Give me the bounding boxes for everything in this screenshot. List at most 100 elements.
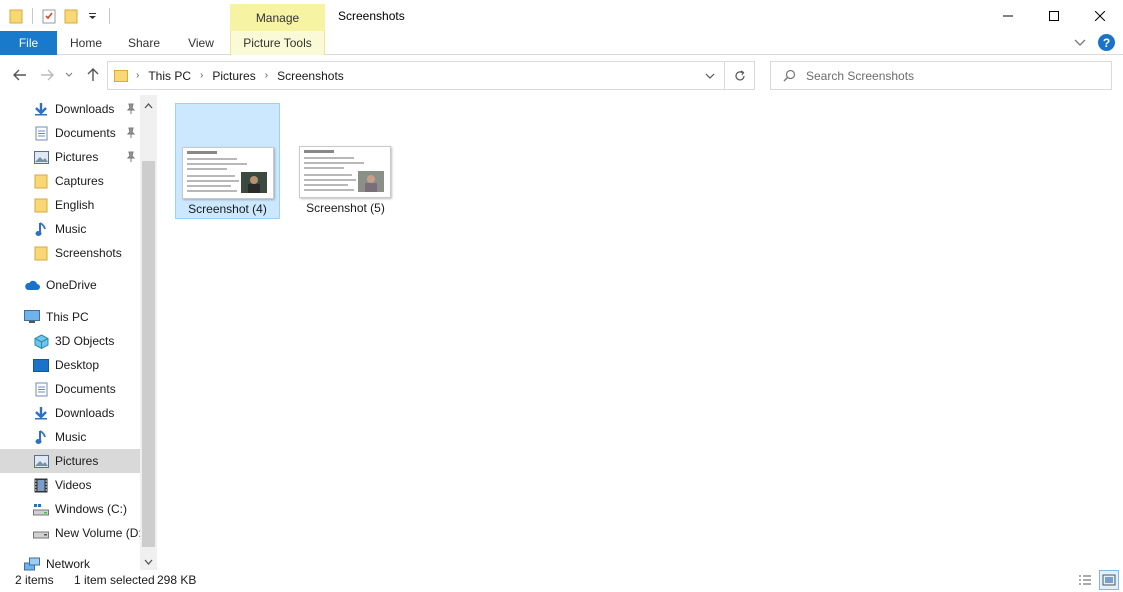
sidebar-item-english[interactable]: English [0, 193, 140, 217]
refresh-icon [734, 69, 745, 80]
chevron-down-icon [65, 72, 73, 77]
title-bar: Manage Screenshots [0, 0, 1123, 31]
sidebar-item-captures[interactable]: Captures [0, 169, 140, 193]
maximize-icon [1049, 10, 1059, 21]
sidebar-item-3d-objects[interactable]: 3D Objects [0, 329, 140, 353]
details-view-button[interactable] [1075, 570, 1095, 590]
sidebar-item-label: OneDrive [46, 278, 97, 292]
scrollbar-thumb[interactable] [142, 161, 155, 547]
navigation-row: › This PC › Pictures › Screenshots Searc… [0, 55, 1123, 95]
sidebar-item-label: Documents [55, 382, 116, 396]
new-folder-icon[interactable] [63, 7, 79, 25]
forward-arrow-icon [41, 69, 54, 81]
folder-icon [114, 69, 128, 82]
customize-toolbar-icon[interactable] [85, 7, 101, 25]
file-item[interactable]: Screenshot (4) [175, 103, 280, 219]
chevron-down-icon [705, 73, 715, 79]
search-box[interactable]: Search Screenshots [770, 61, 1112, 90]
music-note-icon [33, 429, 49, 445]
sidebar-item-label: Screenshots [55, 246, 122, 260]
sidebar-item-documents-pc[interactable]: Documents [0, 377, 140, 401]
sidebar-item-documents[interactable]: Documents [0, 121, 140, 145]
expand-ribbon-icon[interactable] [1074, 36, 1086, 50]
breadcrumb-separator-icon[interactable]: › [200, 70, 203, 81]
large-icons-view-icon [1102, 574, 1116, 586]
file-item[interactable]: Screenshot (5) [293, 103, 398, 219]
tab-share[interactable]: Share [115, 31, 173, 55]
sidebar-item-onedrive[interactable]: OneDrive [0, 273, 140, 297]
recent-locations-button[interactable] [63, 67, 75, 83]
document-icon [33, 125, 49, 141]
back-button[interactable] [11, 67, 29, 83]
sidebar-item-windows-c[interactable]: Windows (C:) [0, 497, 140, 521]
manage-context-tab[interactable]: Manage [230, 4, 325, 31]
sidebar-item-label: Windows (C:) [55, 502, 128, 516]
sidebar-item-label: Documents [55, 126, 116, 140]
address-bar[interactable]: › This PC › Pictures › Screenshots [107, 61, 755, 90]
navigation-pane: Downloads Documents Pictures Captures En… [0, 95, 157, 571]
help-icon[interactable]: ? [1098, 34, 1115, 51]
tab-file[interactable]: File [0, 31, 57, 55]
tab-home[interactable]: Home [57, 31, 115, 55]
computer-icon [24, 309, 40, 325]
tab-picture-tools[interactable]: Picture Tools [230, 31, 325, 55]
breadcrumb-screenshots[interactable]: Screenshots [277, 69, 344, 83]
download-arrow-icon [33, 405, 49, 421]
sidebar-item-desktop[interactable]: Desktop [0, 353, 140, 377]
maximize-button[interactable] [1031, 0, 1077, 31]
image-thumbnail [299, 146, 391, 198]
sidebar-item-label: Downloads [55, 102, 115, 116]
large-icons-view-button[interactable] [1099, 570, 1119, 590]
ribbon-tabs: File Home Share View Picture Tools ? [0, 31, 1123, 55]
sidebar-item-videos[interactable]: Videos [0, 473, 140, 497]
sidebar-item-pictures-quick[interactable]: Pictures [0, 145, 140, 169]
file-list-area[interactable]: Screenshot (4) Screenshot (5) [157, 95, 1123, 570]
breadcrumb-separator-icon: › [136, 70, 140, 81]
breadcrumb-this-pc[interactable]: This PC [148, 69, 191, 83]
download-arrow-icon [33, 101, 49, 117]
sidebar-item-label: Desktop [55, 358, 100, 372]
sidebar-scrollbar[interactable] [140, 95, 157, 570]
sidebar-item-label: Captures [55, 174, 104, 188]
sidebar-item-downloads-pc[interactable]: Downloads [0, 401, 140, 425]
sidebar-item-label: Videos [55, 478, 92, 492]
breadcrumb-pictures[interactable]: Pictures [212, 69, 255, 83]
forward-button[interactable] [38, 67, 56, 83]
refresh-button[interactable] [724, 62, 754, 89]
sidebar-item-downloads[interactable]: Downloads [0, 97, 140, 121]
sidebar-item-music-pc[interactable]: Music [0, 425, 140, 449]
breadcrumb-separator-icon[interactable]: › [265, 70, 268, 81]
sidebar-item-label: Music [55, 430, 87, 444]
scroll-up-button[interactable] [140, 97, 157, 114]
drive-icon [33, 525, 49, 541]
properties-icon[interactable] [41, 7, 57, 25]
scroll-down-button[interactable] [140, 553, 157, 570]
chevron-up-icon [144, 102, 153, 108]
search-input[interactable]: Search Screenshots [806, 69, 914, 83]
sidebar-item-label: English [55, 198, 95, 212]
tab-view[interactable]: View [173, 31, 229, 55]
pictures-icon [33, 149, 49, 165]
window-controls [985, 0, 1123, 31]
sidebar-item-screenshots[interactable]: Screenshots [0, 241, 140, 265]
photo-icon [241, 172, 267, 193]
sidebar-item-this-pc[interactable]: This PC [0, 305, 140, 329]
toolbar-separator [109, 8, 110, 24]
sidebar-item-label: Music [55, 222, 87, 236]
sidebar-item-music-quick[interactable]: Music [0, 217, 140, 241]
sidebar-item-label: Pictures [55, 150, 99, 164]
minimize-icon [1003, 15, 1013, 16]
sidebar-item-label: This PC [46, 310, 89, 324]
address-history-button[interactable] [698, 62, 722, 89]
close-button[interactable] [1077, 0, 1123, 31]
sidebar-item-label: New Volume (D: [55, 526, 140, 540]
sidebar-item-pictures-pc[interactable]: Pictures [0, 449, 140, 473]
drive-icon [33, 501, 49, 517]
up-button[interactable] [84, 67, 102, 83]
pin-icon [126, 151, 136, 162]
sidebar-item-new-volume-d[interactable]: New Volume (D: [0, 521, 140, 545]
minimize-button[interactable] [985, 0, 1031, 31]
photo-icon [358, 171, 384, 192]
folder-icon [33, 173, 49, 189]
chevron-down-icon [144, 559, 153, 565]
